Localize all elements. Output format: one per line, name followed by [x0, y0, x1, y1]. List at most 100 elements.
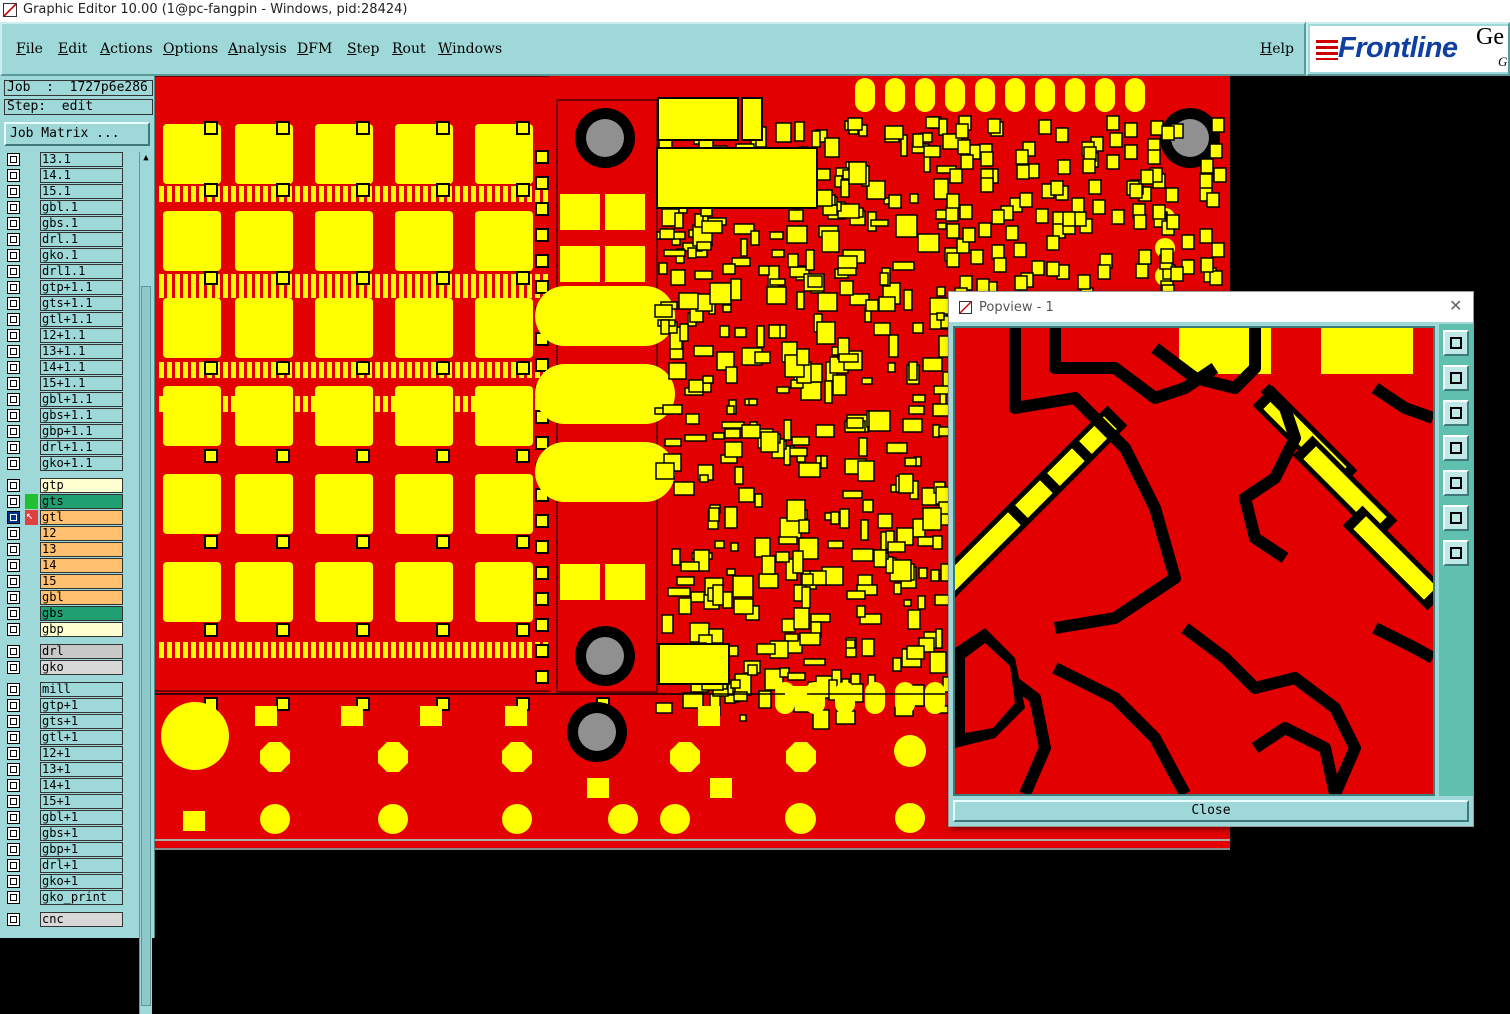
- layer-name[interactable]: gtl: [40, 510, 123, 525]
- layer-affected-toggle[interactable]: [25, 328, 38, 343]
- layer-name[interactable]: gbs: [40, 606, 123, 621]
- layer-affected-toggle[interactable]: [25, 590, 38, 605]
- layer-checkbox[interactable]: [7, 661, 20, 674]
- layer-affected-toggle[interactable]: [25, 542, 38, 557]
- layer-row[interactable]: gbs.1: [4, 216, 125, 231]
- layer-name[interactable]: gko+1: [40, 874, 123, 889]
- layer-affected-toggle[interactable]: [25, 746, 38, 761]
- layer-affected-toggle[interactable]: [25, 874, 38, 889]
- layer-affected-toggle[interactable]: [25, 912, 38, 927]
- layer-name[interactable]: gts: [40, 494, 123, 509]
- layer-row[interactable]: gbl+1.1: [4, 392, 125, 407]
- layer-row[interactable]: gbp+1.1: [4, 424, 125, 439]
- layer-checkbox[interactable]: [7, 409, 20, 422]
- layer-name[interactable]: drl+1: [40, 858, 123, 873]
- layer-row[interactable]: drl: [4, 644, 125, 659]
- layer-name[interactable]: gts+1: [40, 714, 123, 729]
- layer-checkbox[interactable]: [7, 591, 20, 604]
- layer-name[interactable]: gbl+1: [40, 810, 123, 825]
- layer-affected-toggle[interactable]: [25, 440, 38, 455]
- layer-checkbox[interactable]: [7, 843, 20, 856]
- layer-affected-toggle[interactable]: [25, 376, 38, 391]
- layer-name[interactable]: mill: [40, 682, 123, 697]
- layer-checkbox[interactable]: [7, 763, 20, 776]
- layer-row[interactable]: gtp: [4, 478, 125, 493]
- layer-checkbox[interactable]: [7, 683, 20, 696]
- layer-checkbox[interactable]: [7, 731, 20, 744]
- layer-name[interactable]: gbs+1: [40, 826, 123, 841]
- layer-affected-toggle[interactable]: [25, 494, 38, 509]
- layer-affected-toggle[interactable]: [25, 478, 38, 493]
- layer-row[interactable]: 13+1: [4, 762, 125, 777]
- layer-affected-toggle[interactable]: [25, 644, 38, 659]
- layer-checkbox[interactable]: [7, 249, 20, 262]
- layer-affected-toggle[interactable]: [25, 714, 38, 729]
- job-matrix-button[interactable]: Job Matrix ...: [4, 122, 150, 146]
- layer-affected-toggle[interactable]: [25, 296, 38, 311]
- layer-name[interactable]: 15: [40, 574, 123, 589]
- layer-affected-toggle[interactable]: [25, 558, 38, 573]
- layer-name[interactable]: drl: [40, 644, 123, 659]
- layer-name[interactable]: gko+1.1: [40, 456, 123, 471]
- layer-affected-toggle[interactable]: [25, 730, 38, 745]
- layer-checkbox[interactable]: [7, 457, 20, 470]
- layer-affected-toggle[interactable]: [25, 762, 38, 777]
- layer-row[interactable]: 14.1: [4, 168, 125, 183]
- layer-row[interactable]: gbp+1: [4, 842, 125, 857]
- layer-row[interactable]: gtp+1.1: [4, 280, 125, 295]
- layer-checkbox[interactable]: [7, 859, 20, 872]
- layer-name[interactable]: drl.1: [40, 232, 123, 247]
- layer-affected-toggle[interactable]: [25, 574, 38, 589]
- layer-name[interactable]: gtp+1: [40, 698, 123, 713]
- layer-affected-toggle[interactable]: [25, 184, 38, 199]
- layer-name[interactable]: gbl: [40, 590, 123, 605]
- layer-row[interactable]: gtl: [4, 508, 125, 525]
- layer-row[interactable]: 14: [4, 558, 125, 573]
- layer-name[interactable]: 12+1.1: [40, 328, 123, 343]
- layer-affected-toggle[interactable]: [25, 660, 38, 675]
- layer-row[interactable]: drl.1: [4, 232, 125, 247]
- layer-affected-toggle[interactable]: [25, 392, 38, 407]
- layer-checkbox[interactable]: [7, 811, 20, 824]
- layer-checkbox[interactable]: [7, 527, 20, 540]
- layer-checkbox[interactable]: [7, 329, 20, 342]
- layer-name[interactable]: gko_print: [40, 890, 123, 905]
- popview-close-icon[interactable]: ✕: [1449, 296, 1462, 315]
- menu-windows[interactable]: Windows: [438, 41, 502, 57]
- layer-affected-toggle[interactable]: [25, 216, 38, 231]
- layer-name[interactable]: 14+1.1: [40, 360, 123, 375]
- layer-name[interactable]: 12+1: [40, 746, 123, 761]
- layer-row[interactable]: gko+1.1: [4, 456, 125, 471]
- menu-help[interactable]: Help: [1260, 41, 1294, 57]
- layer-checkbox[interactable]: [7, 891, 20, 904]
- layer-name[interactable]: 15+1.1: [40, 376, 123, 391]
- layer-name[interactable]: drl1.1: [40, 264, 123, 279]
- layer-checkbox[interactable]: [7, 169, 20, 182]
- layer-checkbox[interactable]: [7, 875, 20, 888]
- layer-row[interactable]: gbs+1.1: [4, 408, 125, 423]
- layer-row[interactable]: gbs+1: [4, 826, 125, 841]
- layer-checkbox[interactable]: [7, 185, 20, 198]
- layer-name[interactable]: 15.1: [40, 184, 123, 199]
- layer-checkbox[interactable]: [7, 313, 20, 326]
- pan-up-icon[interactable]: [1443, 365, 1469, 391]
- layer-affected-toggle[interactable]: [25, 232, 38, 247]
- layer-checkbox[interactable]: [7, 153, 20, 166]
- layer-affected-toggle[interactable]: [25, 344, 38, 359]
- layer-row[interactable]: gko+1: [4, 874, 125, 889]
- layer-name[interactable]: 15+1: [40, 794, 123, 809]
- menu-analysis[interactable]: Analysis: [228, 41, 287, 57]
- menu-dfm[interactable]: DFM: [297, 41, 332, 57]
- menu-rout[interactable]: Rout: [392, 41, 426, 57]
- layer-name[interactable]: gts+1.1: [40, 296, 123, 311]
- layer-row[interactable]: 15+1: [4, 794, 125, 809]
- layer-name[interactable]: gtl+1.1: [40, 312, 123, 327]
- layer-affected-toggle[interactable]: [25, 794, 38, 809]
- layer-checkbox[interactable]: [7, 699, 20, 712]
- layer-row[interactable]: 13+1.1: [4, 344, 125, 359]
- layer-name[interactable]: 13: [40, 542, 123, 557]
- layer-row[interactable]: gts+1.1: [4, 296, 125, 311]
- layer-checkbox[interactable]: [7, 265, 20, 278]
- layer-row[interactable]: drl1.1: [4, 264, 125, 279]
- layer-row[interactable]: gbl: [4, 590, 125, 605]
